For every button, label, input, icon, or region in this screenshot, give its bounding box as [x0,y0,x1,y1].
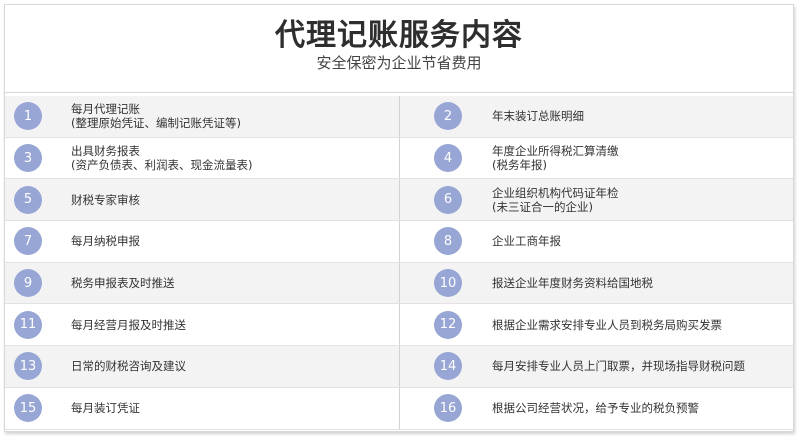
service-label: 企业工商年报 [492,234,561,248]
service-label: 年度企业所得税汇算清缴 (税务年报) [492,144,619,172]
service-item: 10 报送企业年度财务资料给国地税 [400,263,793,304]
service-item: 14 每月安排专业人员上门取票，并现场指导财税问题 [400,346,793,387]
number-badge: 4 [434,144,462,173]
service-item: 11 每月经营月报及时推送 [5,304,400,346]
number-badge: 1 [14,102,42,131]
service-item: 15 每月装订凭证 [5,387,400,429]
number-badge: 16 [434,394,462,423]
service-title: 税务申报表及时推送 [71,276,175,291]
service-item: 12 根据企业需求安排专业人员到税务局购买发票 [400,304,793,345]
service-note: (税务年报) [492,158,547,173]
service-title: 根据企业需求安排专业人员到税务局购买发票 [492,317,722,332]
service-item: 13 日常的财税咨询及建议 [5,346,400,387]
service-row: 7 每月纳税申报 8 企业工商年报 [5,221,793,263]
service-title: 财税专家审核 [71,192,140,207]
number-badge: 10 [434,269,462,298]
service-label: 每月纳税申报 [71,234,140,248]
service-item: 4 年度企业所得税汇算清缴 (税务年报) [400,138,793,179]
service-row: 11 每月经营月报及时推送 12 根据企业需求安排专业人员到税务局购买发票 [5,304,793,347]
service-note: (资产负债表、利润表、现金流量表) [71,158,253,173]
number-badge: 8 [434,227,462,256]
service-note: (未三证合一的企业) [492,199,593,214]
header: 代理记账服务内容 安全保密为企业节省费用 [5,5,793,93]
service-panel: 代理记账服务内容 安全保密为企业节省费用 1 每月代理记账 (整理原始凭证、编制… [4,4,794,432]
number-badge: 3 [14,144,42,173]
number-badge: 7 [14,227,42,256]
service-item: 7 每月纳税申报 [5,221,400,262]
service-item: 6 企业组织机构代码证年检 (未三证合一的企业) [400,179,793,220]
number-badge: 14 [434,352,462,381]
service-label: 年末装订总账明细 [492,109,584,123]
service-label: 日常的财税咨询及建议 [71,359,186,373]
service-title: 每月纳税申报 [71,234,140,249]
service-row: 5 财税专家审核 6 企业组织机构代码证年检 (未三证合一的企业) [5,179,793,222]
service-title: 企业组织机构代码证年检 [492,185,619,200]
service-row: 3 出具财务报表 (资产负债表、利润表、现金流量表) 4 年度企业所得税汇算清缴… [5,137,793,180]
service-row: 9 税务申报表及时推送 10 报送企业年度财务资料给国地税 [5,262,793,305]
service-row: 1 每月代理记账 (整理原始凭证、编制记账凭证等) 2 年末装订总账明细 [5,96,793,138]
service-note: (整理原始凭证、编制记账凭证等) [71,116,241,131]
service-label: 税务申报表及时推送 [71,276,175,290]
number-badge: 2 [434,102,462,131]
service-title: 报送企业年度财务资料给国地税 [492,276,653,291]
service-label: 企业组织机构代码证年检 (未三证合一的企业) [492,186,619,214]
service-title: 每月经营月报及时推送 [71,317,186,332]
service-label: 报送企业年度财务资料给国地税 [492,276,653,290]
number-badge: 15 [14,394,42,423]
page-title: 代理记账服务内容 [275,18,523,53]
service-label: 财税专家审核 [71,193,140,207]
service-label: 每月代理记账 (整理原始凭证、编制记账凭证等) [71,102,241,130]
number-badge: 13 [14,352,42,381]
page-subtitle: 安全保密为企业节省费用 [316,54,482,72]
service-title: 每月代理记账 [71,102,140,117]
number-badge: 11 [14,310,42,339]
service-label: 根据公司经营状况，给予专业的税负预警 [492,401,699,415]
service-item: 2 年末装订总账明细 [400,96,793,137]
service-title: 年度企业所得税汇算清缴 [492,144,619,159]
service-label: 每月安排专业人员上门取票，并现场指导财税问题 [492,359,745,373]
service-item: 9 税务申报表及时推送 [5,262,400,304]
service-item: 3 出具财务报表 (资产负债表、利润表、现金流量表) [5,137,400,179]
service-label: 每月经营月报及时推送 [71,318,186,332]
service-item: 1 每月代理记账 (整理原始凭证、编制记账凭证等) [5,96,400,137]
number-badge: 9 [14,269,42,298]
number-badge: 12 [434,310,462,339]
service-title: 日常的财税咨询及建议 [71,359,186,374]
service-title: 出具财务报表 [71,144,140,159]
service-title: 根据公司经营状况，给予专业的税负预警 [492,401,699,416]
number-badge: 5 [14,185,42,214]
service-title: 企业工商年报 [492,234,561,249]
service-label: 出具财务报表 (资产负债表、利润表、现金流量表) [71,144,252,172]
service-row: 13 日常的财税咨询及建议 14 每月安排专业人员上门取票，并现场指导财税问题 [5,346,793,388]
service-item: 5 财税专家审核 [5,179,400,221]
service-title: 每月安排专业人员上门取票，并现场指导财税问题 [492,359,745,374]
service-item: 8 企业工商年报 [400,221,793,262]
service-row: 15 每月装订凭证 16 根据公司经营状况，给予专业的税负预警 [5,387,793,430]
service-title: 每月装订凭证 [71,401,140,416]
service-label: 根据企业需求安排专业人员到税务局购买发票 [492,318,722,332]
service-title: 年末装订总账明细 [492,109,584,124]
service-item: 16 根据公司经营状况，给予专业的税负预警 [400,388,793,429]
service-label: 每月装订凭证 [71,401,140,415]
number-badge: 6 [434,185,462,214]
service-grid: 1 每月代理记账 (整理原始凭证、编制记账凭证等) 2 年末装订总账明细 3 出… [5,96,793,430]
